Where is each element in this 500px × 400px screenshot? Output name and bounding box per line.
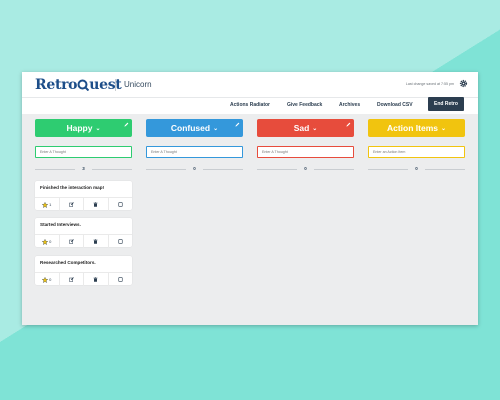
- divider: [115, 79, 116, 91]
- divider: [35, 169, 75, 170]
- chevron-down-icon: ⌄: [440, 125, 447, 132]
- thought-card: Started Interviews. 0: [35, 218, 132, 248]
- card-actions: 0: [35, 234, 132, 248]
- divider: [203, 169, 243, 170]
- edit-button[interactable]: [60, 235, 84, 248]
- nav-bar: Actions Radiator Give Feedback Archives …: [22, 97, 478, 114]
- download-csv-link[interactable]: Download CSV: [377, 102, 413, 108]
- delete-button[interactable]: [84, 198, 109, 211]
- divider: [92, 169, 132, 170]
- star-count: 1: [49, 202, 52, 207]
- star-count: 0: [49, 239, 52, 244]
- discussed-button[interactable]: [109, 273, 133, 286]
- thought-card: Finished the interaction map! 1: [35, 181, 132, 211]
- count-value: 3: [82, 166, 85, 171]
- actions-radiator-link[interactable]: Actions Radiator: [230, 102, 270, 108]
- end-retro-button[interactable]: End Retro: [428, 97, 464, 111]
- star-icon: [42, 238, 49, 245]
- card-actions: 0: [35, 272, 132, 286]
- thought-count-action-items: 0: [368, 166, 465, 172]
- star-button[interactable]: 1: [35, 198, 60, 211]
- trash-icon: [93, 277, 98, 282]
- edit-button[interactable]: [60, 198, 84, 211]
- edit-icon: [69, 202, 74, 207]
- happy-thought-input[interactable]: [35, 146, 132, 158]
- edit-icon: [69, 239, 74, 244]
- magnifier-icon: [77, 79, 90, 91]
- give-feedback-link[interactable]: Give Feedback: [287, 102, 322, 108]
- star-button[interactable]: 0: [35, 273, 60, 286]
- chevron-down-icon: ⌄: [312, 125, 318, 132]
- retroquest-window: Retro uest Unicorn Last change saved at …: [22, 72, 478, 325]
- card-actions: 1: [35, 197, 132, 211]
- pencil-icon[interactable]: [346, 122, 351, 127]
- thought-text[interactable]: Started Interviews.: [40, 222, 81, 227]
- thought-text[interactable]: Finished the interaction map!: [40, 185, 104, 190]
- edit-icon: [69, 277, 74, 282]
- trash-icon: [93, 202, 98, 207]
- divider: [314, 169, 354, 170]
- confused-thought-input[interactable]: [146, 146, 243, 158]
- checkbox-icon: [118, 239, 123, 244]
- column-title: Confused: [170, 123, 211, 133]
- column-header-confused[interactable]: Confused ⌄: [146, 119, 243, 137]
- last-change-status: Last change saved at 7:55 pm: [405, 82, 454, 86]
- column-header-sad[interactable]: Sad ⌄: [257, 119, 354, 137]
- column-title: Action Items: [386, 123, 438, 133]
- checkbox-icon: [118, 202, 123, 207]
- archives-link[interactable]: Archives: [339, 102, 360, 108]
- team-name: Unicorn: [124, 80, 152, 89]
- column-header-happy[interactable]: Happy ⌄: [35, 119, 132, 137]
- thought-count-sad: 0: [257, 166, 354, 172]
- divider: [368, 169, 408, 170]
- column-title: Sad: [293, 123, 310, 133]
- count-value: 0: [415, 166, 418, 171]
- count-value: 0: [193, 166, 196, 171]
- thought-text[interactable]: Researched Competitors.: [40, 260, 96, 265]
- chevron-down-icon: ⌄: [95, 125, 101, 132]
- trash-icon: [93, 239, 98, 244]
- delete-button[interactable]: [84, 235, 109, 248]
- thought-card: Researched Competitors. 0: [35, 256, 132, 286]
- logo-text-right: uest: [89, 77, 122, 93]
- divider: [425, 169, 465, 170]
- checkbox-icon: [118, 277, 123, 282]
- delete-button[interactable]: [84, 273, 109, 286]
- sad-thought-input[interactable]: [257, 146, 354, 158]
- thought-count-happy: 3: [35, 166, 132, 172]
- pencil-icon[interactable]: [235, 122, 240, 127]
- count-value: 0: [304, 166, 307, 171]
- column-header-action-items[interactable]: Action Items ⌄: [368, 119, 465, 137]
- chevron-down-icon: ⌄: [213, 125, 219, 132]
- edit-button[interactable]: [60, 273, 84, 286]
- star-count: 0: [49, 277, 52, 282]
- star-icon: [42, 201, 49, 208]
- discussed-button[interactable]: [109, 235, 133, 248]
- divider: [146, 169, 186, 170]
- gear-icon[interactable]: [459, 79, 468, 88]
- pencil-icon[interactable]: [124, 122, 129, 127]
- column-title: Happy: [66, 123, 93, 133]
- discussed-button[interactable]: [109, 198, 133, 211]
- star-button[interactable]: 0: [35, 235, 60, 248]
- divider: [257, 169, 297, 170]
- star-icon: [42, 276, 49, 283]
- thought-count-confused: 0: [146, 166, 243, 172]
- top-bar: Retro uest Unicorn Last change saved at …: [22, 72, 478, 97]
- retroquest-logo[interactable]: Retro uest: [35, 77, 122, 93]
- action-item-input[interactable]: [368, 146, 465, 158]
- logo-text-left: Retro: [35, 77, 78, 93]
